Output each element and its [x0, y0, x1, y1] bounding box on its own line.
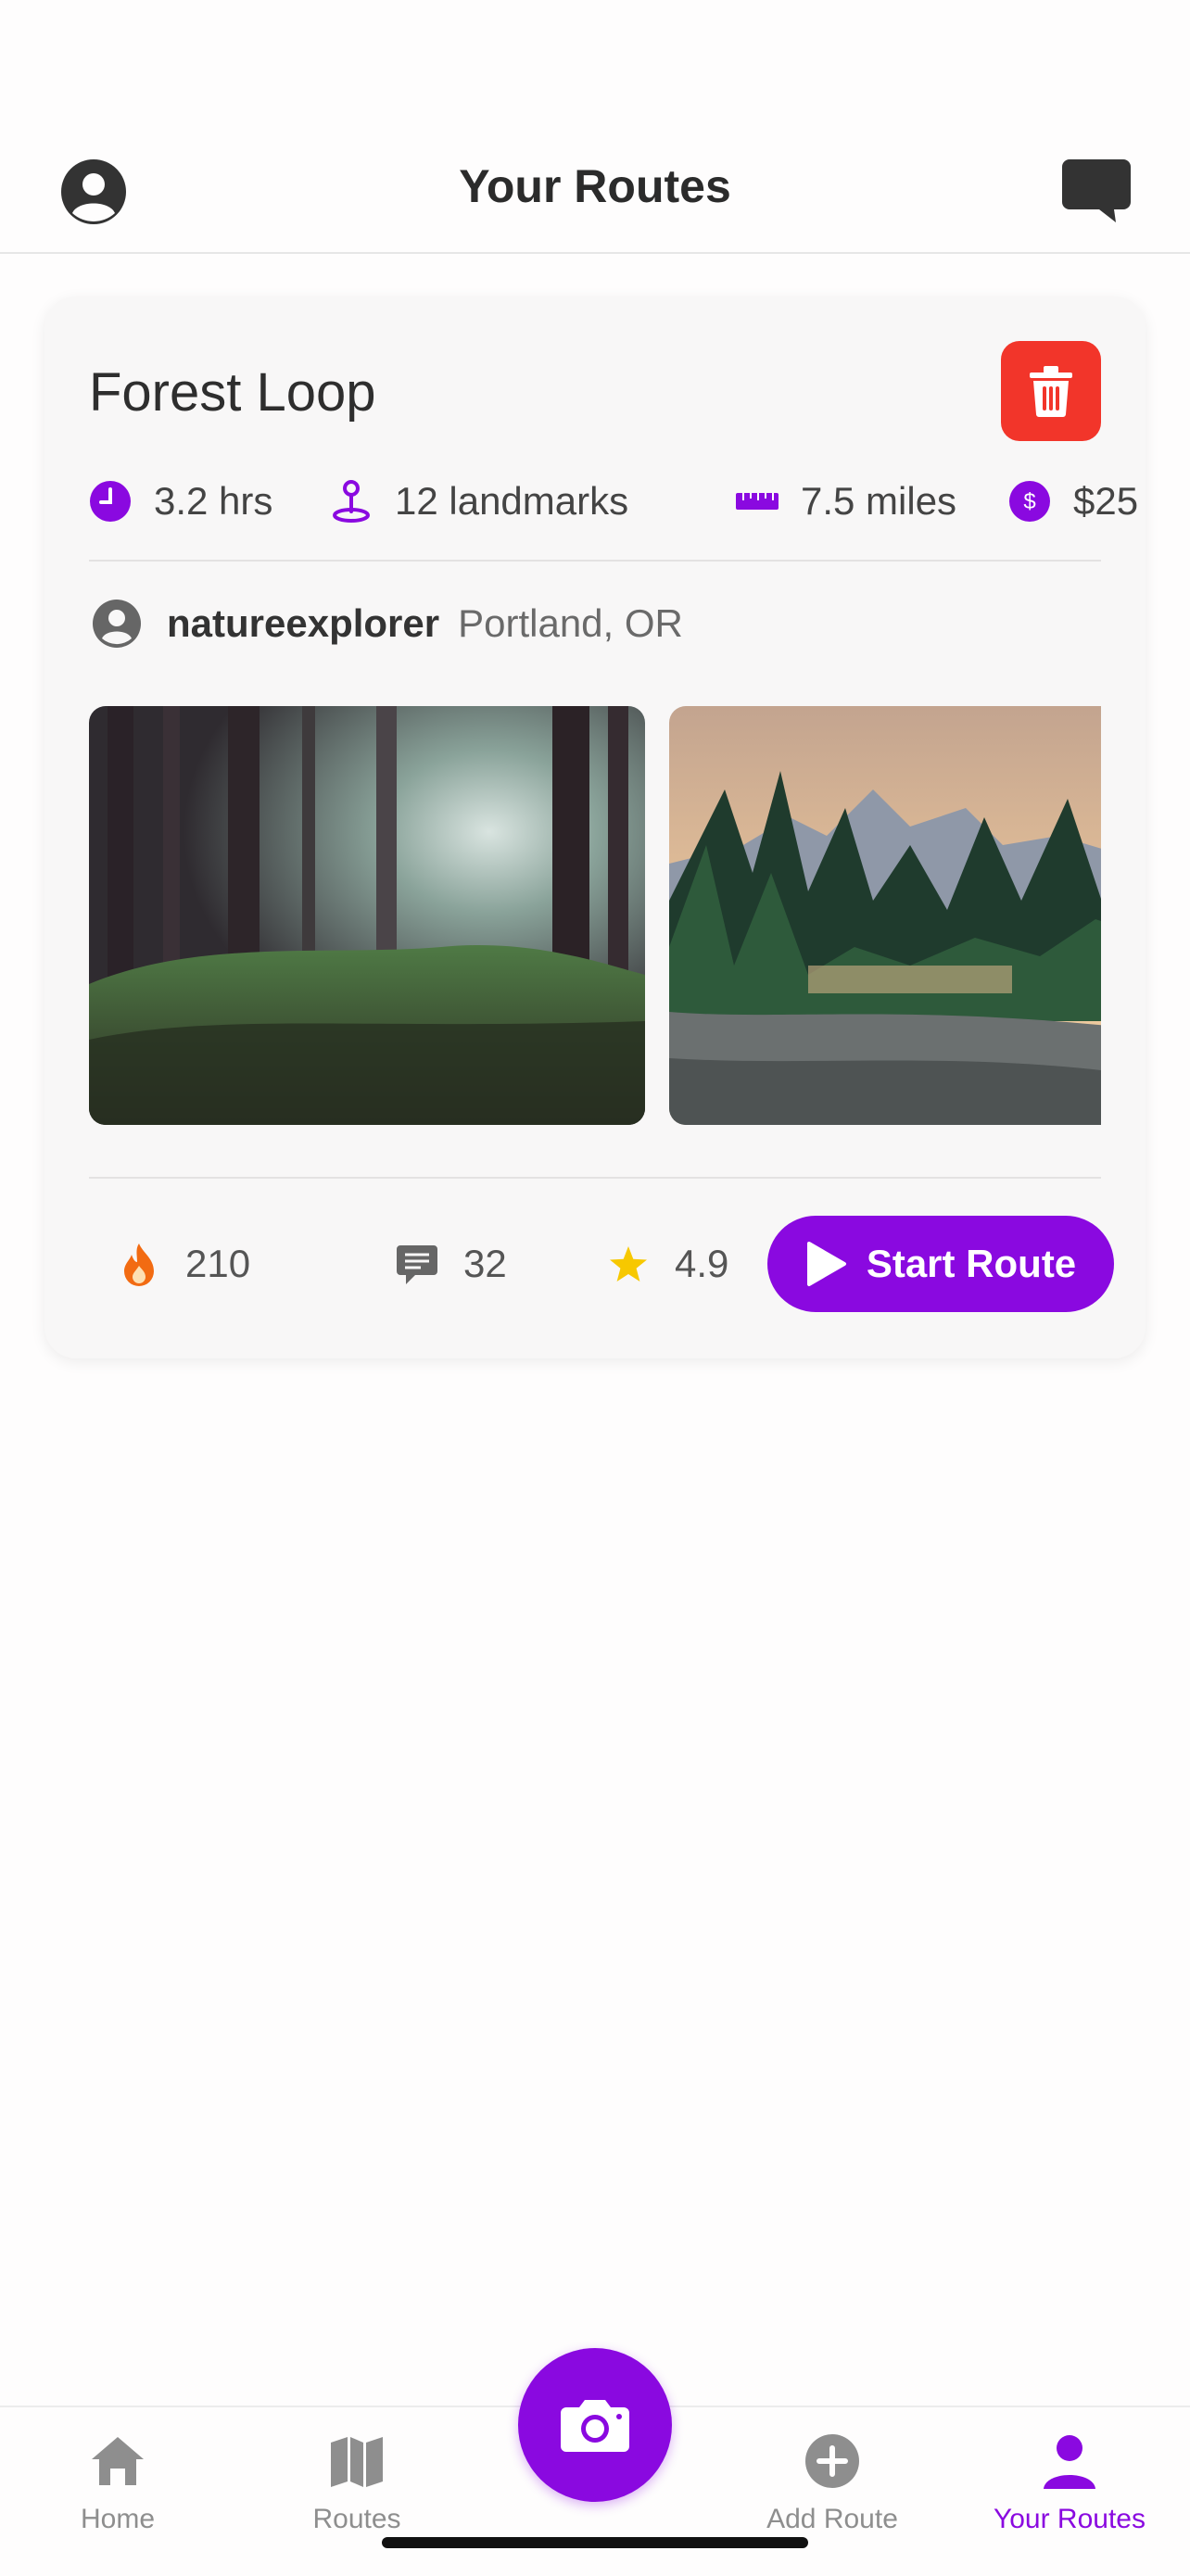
clock-icon — [90, 481, 131, 522]
user-icon — [93, 600, 141, 648]
like-button[interactable]: 210 — [117, 1216, 250, 1312]
like-count: 210 — [185, 1242, 251, 1285]
star-icon — [610, 1246, 647, 1282]
add-circle-icon — [805, 2434, 859, 2488]
duration-stat: 3.2 hrs — [89, 469, 272, 534]
tab-routes[interactable]: Routes — [255, 2407, 459, 2576]
tab-add-route[interactable]: Add Route — [730, 2407, 934, 2576]
delete-button[interactable] — [1001, 341, 1101, 441]
tab-label: Your Routes — [993, 2504, 1146, 2534]
route-title: Forest Loop — [89, 362, 376, 423]
tab-your-routes[interactable]: Your Routes — [968, 2407, 1171, 2576]
chat-icon[interactable] — [1062, 158, 1131, 224]
start-route-button[interactable]: Start Route — [767, 1216, 1114, 1312]
home-icon — [92, 2437, 144, 2485]
dollar-icon: $ — [1009, 481, 1050, 522]
header: Your Routes — [0, 0, 1190, 254]
author-row[interactable]: natureexplorer Portland, OR — [93, 591, 683, 656]
flame-icon — [124, 1244, 154, 1286]
person-icon — [1044, 2435, 1095, 2489]
home-indicator — [382, 2537, 808, 2548]
landmarks-value: 12 landmarks — [395, 479, 629, 523]
comment-icon — [397, 1245, 437, 1284]
cost-value: $25 — [1073, 479, 1139, 523]
comments-button[interactable]: 32 — [395, 1216, 507, 1312]
duration-value: 3.2 hrs — [154, 479, 273, 523]
route-actions: 210 32 4.9 Start Route — [89, 1216, 1114, 1312]
pin-icon — [333, 480, 370, 523]
camera-button[interactable] — [518, 2348, 672, 2502]
comment-count: 32 — [463, 1242, 507, 1285]
distance-value: 7.5 miles — [801, 479, 957, 523]
play-icon — [806, 1242, 846, 1286]
tab-label: Home — [80, 2504, 156, 2534]
photo-carousel[interactable] — [89, 706, 1101, 1125]
route-stats: 3.2 hrs 12 landmarks 7.5 miles $ $25 — [89, 469, 1138, 534]
distance-stat: 7.5 miles — [736, 469, 956, 534]
rating-display: 4.9 — [606, 1216, 728, 1312]
start-route-label: Start Route — [866, 1242, 1077, 1285]
cost-stat: $ $25 — [1008, 469, 1138, 534]
landmarks-stat: 12 landmarks — [330, 469, 628, 534]
svg-text:$: $ — [1023, 489, 1035, 514]
tab-label: Routes — [312, 2504, 401, 2534]
camera-icon — [561, 2400, 629, 2452]
author-location: Portland, OR — [458, 601, 683, 645]
route-card[interactable]: Forest Loop 3.2 hrs 12 landmarks 7.5 mil… — [44, 297, 1146, 1358]
trash-icon — [1030, 366, 1072, 417]
divider — [89, 1177, 1101, 1179]
divider — [89, 560, 1101, 562]
tab-home[interactable]: Home — [16, 2407, 220, 2576]
tab-label: Add Route — [766, 2504, 898, 2534]
ruler-icon — [736, 493, 779, 510]
map-icon — [331, 2437, 383, 2487]
forest-photo[interactable] — [89, 706, 645, 1125]
page-title: Your Routes — [459, 160, 731, 212]
author-username[interactable]: natureexplorer — [167, 601, 439, 646]
rating-value: 4.9 — [675, 1242, 729, 1285]
mountain-photo[interactable] — [669, 706, 1101, 1125]
